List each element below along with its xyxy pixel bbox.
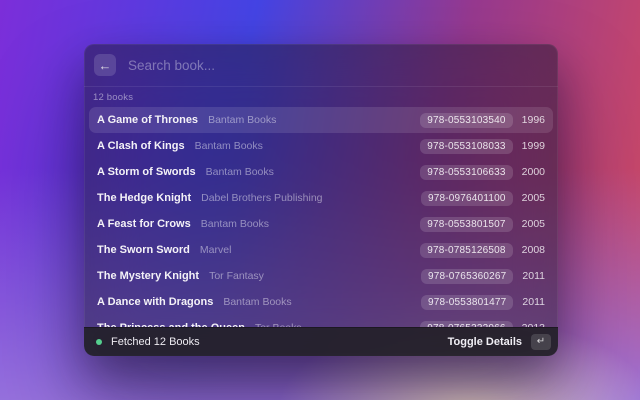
book-title: A Clash of Kings <box>97 140 185 152</box>
book-list-item[interactable]: The Sworn Sword Marvel 978-0785126508 20… <box>89 237 553 263</box>
book-title: The Sworn Sword <box>97 244 190 256</box>
status-dot-icon <box>96 339 102 345</box>
book-publisher: Bantam Books <box>201 218 269 230</box>
status-bar: Fetched 12 Books Toggle Details ↵ <box>84 327 558 356</box>
book-title: A Feast for Crows <box>97 218 191 230</box>
book-list: A Game of Thrones Bantam Books 978-05531… <box>84 107 558 327</box>
command-palette-window: ← Search book... 12 books A Game of Thro… <box>84 44 558 356</box>
book-list-item[interactable]: The Hedge Knight Dabel Brothers Publishi… <box>89 185 553 211</box>
isbn-badge: 978-0765360267 <box>421 269 513 284</box>
isbn-badge: 978-0785126508 <box>420 243 512 258</box>
book-publisher: Tor Fantasy <box>209 270 264 282</box>
book-year: 2000 <box>522 166 545 178</box>
book-meta: 978-0553801477 2011 <box>421 295 545 310</box>
book-publisher: Bantam Books <box>195 140 263 152</box>
book-publisher: Dabel Brothers Publishing <box>201 192 322 204</box>
book-year: 2008 <box>522 244 545 256</box>
book-publisher: Marvel <box>200 244 232 256</box>
book-year: 2011 <box>522 270 545 282</box>
search-bar: ← Search book... <box>84 44 558 86</box>
book-list-item[interactable]: A Dance with Dragons Bantam Books 978-05… <box>89 289 553 315</box>
back-button[interactable]: ← <box>94 54 116 76</box>
enter-key-icon[interactable]: ↵ <box>531 334 551 350</box>
book-list-item[interactable]: A Feast for Crows Bantam Books 978-05538… <box>89 211 553 237</box>
back-arrow-icon: ← <box>99 59 112 72</box>
book-year: 2005 <box>522 192 545 204</box>
section-header: 12 books <box>84 87 558 107</box>
isbn-badge: 978-0553106633 <box>420 165 512 180</box>
book-meta: 978-0553103540 1996 <box>420 113 545 128</box>
book-list-item[interactable]: A Game of Thrones Bantam Books 978-05531… <box>89 107 553 133</box>
book-list-item[interactable]: A Clash of Kings Bantam Books 978-055310… <box>89 133 553 159</box>
book-list-item[interactable]: The Princess and the Queen Tor Books 978… <box>89 315 553 327</box>
book-meta: 978-0553108033 1999 <box>420 139 545 154</box>
book-meta: 978-0976401100 2005 <box>421 191 545 206</box>
book-meta: 978-0785126508 2008 <box>420 243 545 258</box>
book-publisher: Bantam Books <box>223 296 291 308</box>
isbn-badge: 978-0976401100 <box>421 191 513 206</box>
isbn-badge: 978-0553801477 <box>421 295 513 310</box>
book-title: A Game of Thrones <box>97 114 198 126</box>
book-year: 2005 <box>522 218 545 230</box>
book-title: The Mystery Knight <box>97 270 199 282</box>
book-publisher: Bantam Books <box>208 114 276 126</box>
book-meta: 978-0553801507 2005 <box>420 217 545 232</box>
book-year: 1996 <box>522 114 545 126</box>
isbn-badge: 978-0553103540 <box>420 113 512 128</box>
status-text: Fetched 12 Books <box>111 336 200 348</box>
book-year: 1999 <box>522 140 545 152</box>
book-title: A Storm of Swords <box>97 166 196 178</box>
book-list-item[interactable]: The Mystery Knight Tor Fantasy 978-07653… <box>89 263 553 289</box>
book-title: The Hedge Knight <box>97 192 191 204</box>
book-meta: 978-0765360267 2011 <box>421 269 545 284</box>
isbn-badge: 978-0553801507 <box>420 217 512 232</box>
book-meta: 978-0553106633 2000 <box>420 165 545 180</box>
book-publisher: Bantam Books <box>206 166 274 178</box>
book-list-item[interactable]: A Storm of Swords Bantam Books 978-05531… <box>89 159 553 185</box>
book-title: A Dance with Dragons <box>97 296 213 308</box>
toggle-details-button[interactable]: Toggle Details <box>448 336 522 348</box>
search-input[interactable]: Search book... <box>128 58 548 73</box>
book-year: 2011 <box>522 296 545 308</box>
isbn-badge: 978-0553108033 <box>420 139 512 154</box>
